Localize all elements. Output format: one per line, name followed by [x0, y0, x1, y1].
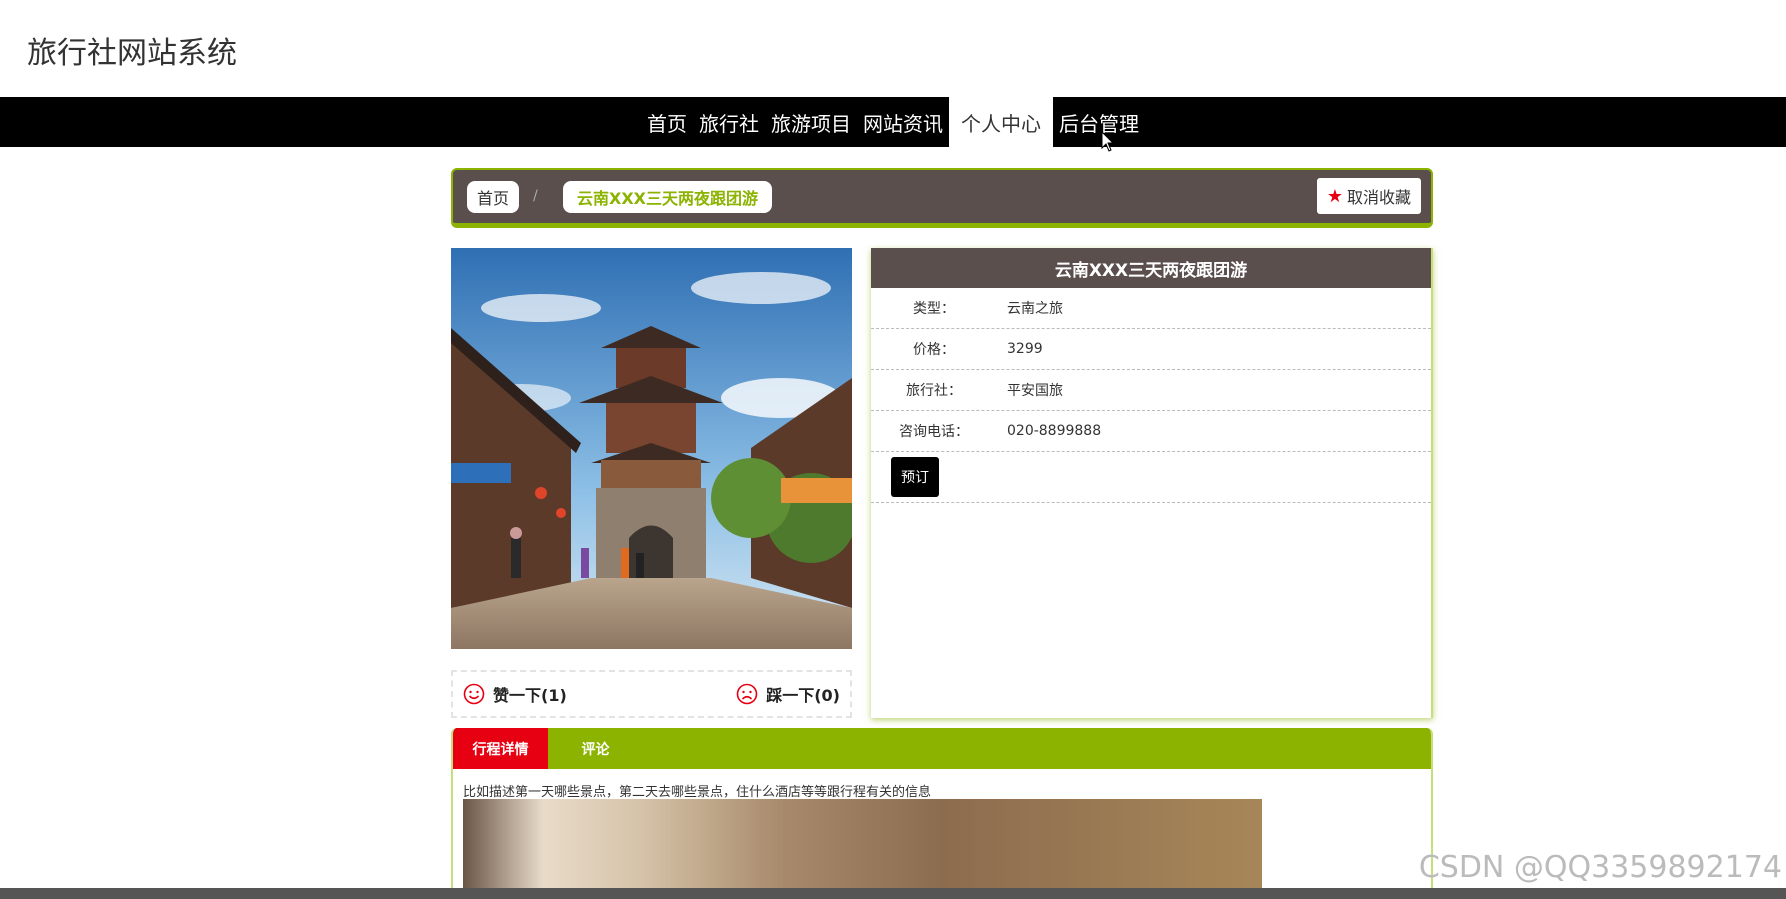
dislike-label: 踩一下(0)	[766, 686, 840, 705]
info-label: 咨询电话：	[899, 424, 969, 440]
tab-itinerary[interactable]: 行程详情	[453, 728, 548, 769]
frown-icon	[736, 683, 758, 705]
site-title: 旅行社网站系统	[27, 36, 237, 71]
info-row-phone: 咨询电话： 020-8899888	[871, 411, 1431, 452]
tour-title: 云南XXX三天两夜跟团游	[871, 248, 1431, 288]
bottom-bar	[0, 888, 1786, 899]
breadcrumb-separator: /	[533, 188, 538, 204]
nav-item-agencies[interactable]: 旅行社	[693, 97, 765, 147]
info-label: 类型：	[913, 301, 955, 317]
itinerary-text: 比如描述第一天哪些景点，第二天去哪些景点，住什么酒店等等跟行程有关的信息	[463, 785, 932, 800]
nav-item-personal-center[interactable]: 个人中心	[949, 97, 1053, 147]
tabs-panel: 行程详情 评论 比如描述第一天哪些景点，第二天去哪些景点，住什么酒店等等跟行程有…	[451, 728, 1433, 899]
unfavorite-button[interactable]: ★ 取消收藏	[1316, 178, 1421, 214]
info-row-price: 价格： 3299	[871, 329, 1431, 370]
nav-item-projects[interactable]: 旅游项目	[765, 97, 857, 147]
info-label: 旅行社：	[906, 383, 962, 399]
itinerary-image	[463, 799, 1262, 897]
nav-item-news[interactable]: 网站资讯	[857, 97, 949, 147]
mouse-cursor-icon	[1101, 131, 1115, 152]
tour-photo	[451, 248, 852, 649]
unfavorite-label: 取消收藏	[1346, 188, 1411, 207]
breadcrumb-current: 云南XXX三天两夜跟团游	[563, 181, 773, 213]
tour-photo-image	[451, 248, 852, 649]
tabs-bar: 行程详情 评论	[453, 728, 1431, 769]
site-header: 旅行社网站系统	[0, 0, 1786, 97]
tab-comments[interactable]: 评论	[548, 728, 643, 769]
like-button[interactable]: 赞一下(1)	[463, 682, 567, 706]
nav-item-home[interactable]: 首页	[641, 97, 693, 147]
info-row-agency: 旅行社： 平安国旅	[871, 370, 1431, 411]
book-row: 预订	[871, 452, 1431, 503]
info-label: 价格：	[913, 342, 955, 358]
info-value: 云南之旅	[1007, 301, 1063, 317]
vote-bar: 赞一下(1) 踩一下(0)	[451, 670, 852, 718]
info-row-type: 类型： 云南之旅	[871, 288, 1431, 329]
dislike-button[interactable]: 踩一下(0)	[736, 682, 840, 706]
info-value: 平安国旅	[1007, 383, 1063, 399]
breadcrumb: 首页 / 云南XXX三天两夜跟团游 ★ 取消收藏	[451, 168, 1433, 228]
book-button[interactable]: 预订	[891, 457, 939, 497]
like-label: 赞一下(1)	[493, 686, 567, 705]
breadcrumb-home-link[interactable]: 首页	[467, 181, 520, 213]
main-nav: 首页 旅行社 旅游项目 网站资讯 个人中心 后台管理	[0, 97, 1786, 147]
info-value: 020-8899888	[1007, 423, 1102, 439]
nav-item-admin[interactable]: 后台管理	[1053, 97, 1145, 147]
tour-info-panel: 云南XXX三天两夜跟团游 类型： 云南之旅 价格： 3299 旅行社： 平安国旅…	[871, 248, 1433, 718]
watermark: CSDN @QQ3359892174	[1418, 850, 1782, 885]
info-value: 3299	[1007, 341, 1043, 357]
smile-icon	[463, 683, 485, 705]
star-icon: ★	[1326, 185, 1343, 207]
